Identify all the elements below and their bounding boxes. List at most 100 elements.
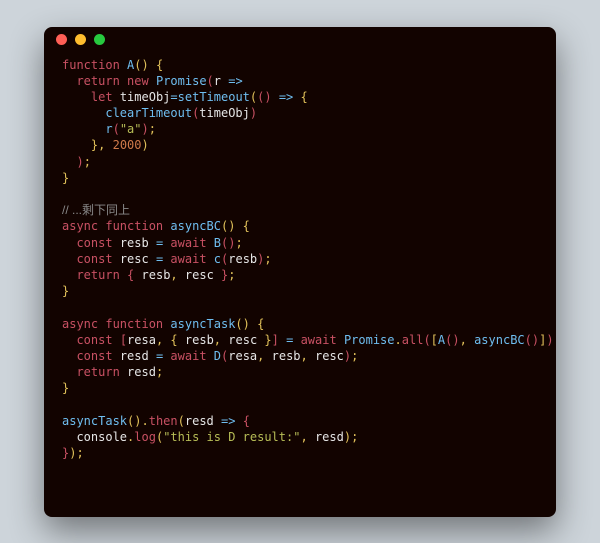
- code-block: function A() { return new Promise(r => l…: [44, 53, 556, 480]
- paren: ): [264, 90, 271, 104]
- type-Promise: Promise: [344, 333, 395, 347]
- id-resc: resc: [228, 333, 257, 347]
- paren: (: [525, 333, 532, 347]
- fn-D: D: [214, 349, 221, 363]
- id-console: console: [76, 430, 127, 444]
- brace: {: [243, 414, 250, 428]
- brace: }: [62, 171, 69, 185]
- id-resb: resb: [142, 268, 171, 282]
- brace: {: [301, 90, 308, 104]
- semi: ;: [149, 122, 156, 136]
- kw-async: async: [62, 317, 98, 331]
- semi: ;: [351, 430, 358, 444]
- str-thisIsD: "this is D result:": [163, 430, 300, 444]
- semi: ;: [76, 446, 83, 460]
- type-Promise: Promise: [156, 74, 207, 88]
- arrow: =>: [228, 74, 242, 88]
- semi: ;: [84, 155, 91, 169]
- close-icon[interactable]: [56, 34, 67, 45]
- paren: ): [243, 317, 250, 331]
- kw-return: return: [76, 268, 119, 282]
- paren: ): [134, 414, 141, 428]
- id-resc: resc: [120, 252, 149, 266]
- semi: ;: [235, 236, 242, 250]
- fn-asyncTask: asyncTask: [62, 414, 127, 428]
- id-resc: resc: [185, 268, 214, 282]
- brace: }: [62, 381, 69, 395]
- zoom-icon[interactable]: [94, 34, 105, 45]
- fn-B: B: [214, 236, 221, 250]
- id-resb: resb: [185, 333, 214, 347]
- kw-return: return: [76, 74, 119, 88]
- semi: ;: [264, 252, 271, 266]
- comma: ,: [214, 333, 221, 347]
- id-resd: resd: [127, 365, 156, 379]
- comma: ,: [301, 349, 308, 363]
- kw-await: await: [170, 236, 206, 250]
- paren: ): [142, 138, 149, 152]
- id-r: r: [105, 122, 112, 136]
- fn-setTimeout: setTimeout: [178, 90, 250, 104]
- kw-await: await: [170, 349, 206, 363]
- id-timeObj: timeObj: [199, 106, 250, 120]
- paren: ): [546, 333, 553, 347]
- paren: ): [76, 155, 83, 169]
- fn-clearTimeout: clearTimeout: [105, 106, 192, 120]
- brace: {: [243, 219, 250, 233]
- kw-new: new: [127, 74, 149, 88]
- prop-then: then: [149, 414, 178, 428]
- id-r: r: [214, 74, 221, 88]
- semi: ;: [554, 333, 556, 347]
- id-resd: resd: [315, 430, 344, 444]
- id-resc: resc: [315, 349, 344, 363]
- brace: {: [156, 58, 163, 72]
- kw-function: function: [62, 58, 120, 72]
- fn-asyncTask: asyncTask: [170, 317, 235, 331]
- paren: (: [423, 333, 430, 347]
- minimize-icon[interactable]: [75, 34, 86, 45]
- fn-log: log: [134, 430, 156, 444]
- kw-await: await: [170, 252, 206, 266]
- comma: ,: [460, 333, 467, 347]
- comma: ,: [170, 268, 177, 282]
- fn-c: c: [214, 252, 221, 266]
- id-resa: resa: [127, 333, 156, 347]
- comma: ,: [300, 430, 307, 444]
- arrow: =>: [221, 414, 235, 428]
- kw-let: let: [91, 90, 113, 104]
- id-resd: resd: [120, 349, 149, 363]
- paren: (: [207, 74, 214, 88]
- num-2000: 2000: [113, 138, 142, 152]
- paren: ): [250, 106, 257, 120]
- semi: ;: [351, 349, 358, 363]
- id-resa: resa: [228, 349, 257, 363]
- kw-const: const: [76, 252, 112, 266]
- paren: ): [344, 430, 351, 444]
- id-timeObj: timeObj: [120, 90, 171, 104]
- dot: .: [142, 414, 149, 428]
- kw-function: function: [105, 219, 163, 233]
- semi: ;: [228, 268, 235, 282]
- brace: }: [264, 333, 271, 347]
- id-resd: resd: [185, 414, 214, 428]
- prop-all: all: [402, 333, 424, 347]
- id-resb: resb: [120, 236, 149, 250]
- kw-const: const: [76, 349, 112, 363]
- bracket: [: [431, 333, 438, 347]
- window-titlebar: [44, 27, 556, 53]
- paren: (: [235, 317, 242, 331]
- eq: =: [170, 90, 177, 104]
- kw-const: const: [76, 333, 112, 347]
- paren: ): [452, 333, 459, 347]
- id-resb: resb: [272, 349, 301, 363]
- kw-await: await: [301, 333, 337, 347]
- code-editor-window: function A() { return new Promise(r => l…: [44, 27, 556, 517]
- bracket: ]: [272, 333, 279, 347]
- fn-asyncBC: asyncBC: [170, 219, 221, 233]
- str-a: "a": [120, 122, 142, 136]
- semi: ;: [156, 365, 163, 379]
- brace: {: [257, 317, 264, 331]
- brace: }: [62, 284, 69, 298]
- paren: (: [178, 414, 185, 428]
- paren: (: [113, 122, 120, 136]
